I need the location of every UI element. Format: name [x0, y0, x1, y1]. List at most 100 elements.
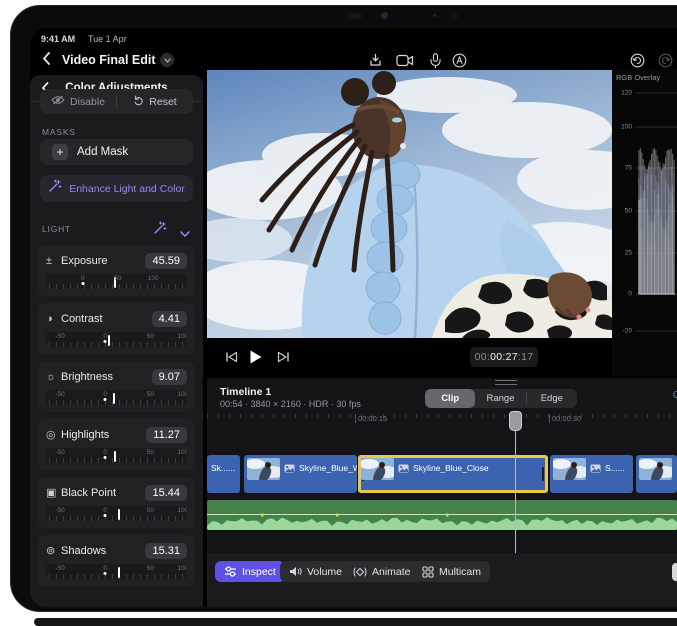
slider-cursor[interactable]: [118, 567, 120, 578]
adjustment-value-field[interactable]: 15.31: [145, 543, 187, 559]
skip-forward-icon[interactable]: [275, 350, 291, 364]
slider-origin-dot: [104, 572, 107, 575]
animate-label: Animate: [372, 566, 411, 578]
clip-label: Skyline_Blue_Close: [413, 463, 489, 473]
slider-cursor[interactable]: [118, 509, 120, 520]
add-mask-label: Add Mask: [77, 146, 128, 158]
adjustment-slider-track[interactable]: -50050100: [46, 564, 187, 579]
undo-icon[interactable]: [628, 51, 646, 69]
color-adjustments-panel: Color Adjustments Disable Reset MASKS: [30, 75, 203, 607]
play-icon[interactable]: [247, 350, 263, 364]
adjustment-slider-track[interactable]: -50050100: [46, 506, 187, 521]
slider-tick-label: -50: [55, 449, 64, 456]
slider-tick-label: 50: [147, 391, 154, 398]
import-icon[interactable]: [366, 51, 384, 69]
status-time: 9:41 AM: [41, 34, 75, 44]
clip-label: S......: [605, 463, 625, 473]
audio-track[interactable]: [207, 500, 677, 530]
viewer-frame-illustration: [207, 70, 612, 338]
disable-label: Disable: [70, 96, 105, 108]
adjustment-slider-track[interactable]: 050100: [46, 274, 187, 289]
playhead-line[interactable]: [515, 418, 516, 553]
slider-tick-label: 50: [147, 449, 154, 456]
reset-label: Reset: [149, 96, 176, 108]
scope-title: RGB Overlay: [616, 73, 660, 82]
adjustment-value-field[interactable]: 4.41: [152, 311, 187, 327]
back-chevron-icon[interactable]: [42, 52, 51, 70]
slider-cursor[interactable]: [113, 393, 115, 404]
adjustment-value-field[interactable]: 15.44: [145, 485, 187, 501]
title-chevron-icon[interactable]: [160, 53, 174, 67]
mode-edge[interactable]: Edge: [527, 389, 577, 408]
adjustment-slider: ☼ Brightness 9.07 -50050100: [38, 361, 195, 412]
project-title[interactable]: Video Final Edit: [62, 53, 156, 67]
timecode-hours: 00:: [475, 351, 491, 363]
scope-tick-label: 50: [625, 208, 632, 215]
disable-button[interactable]: Disable: [40, 89, 116, 114]
timeline-clip[interactable]: Skyline_Blue_Close: [358, 455, 548, 493]
adjustment-value-field[interactable]: 11.27: [146, 427, 187, 443]
rgb-overlay-scope: RGB Overlay 1201007550250-20: [612, 70, 677, 376]
reset-button[interactable]: Reset: [117, 89, 193, 114]
timeline-ruler[interactable]: 00:00:1500:00:30: [207, 412, 677, 426]
scope-tick-label: 25: [625, 250, 632, 257]
adjustment-slider-track[interactable]: -50050100: [46, 390, 187, 405]
scope-tick-label: 120: [621, 90, 632, 97]
timeline-toolbar: Inspect Volume Animate Multicam: [207, 553, 677, 607]
adjustment-icon: ▣: [46, 486, 61, 499]
slider-origin-dot: [81, 282, 84, 285]
camera-icon[interactable]: [396, 51, 414, 69]
front-camera: [381, 12, 388, 19]
timeline-grab-handle[interactable]: [495, 380, 517, 385]
slider-tick-label: 100: [177, 507, 187, 514]
adjustment-slider: ▣ Black Point 15.44 -50050100: [38, 477, 195, 528]
inspect-icon: [224, 566, 237, 577]
slider-tick-label: -50: [55, 391, 64, 398]
light-chevron-down-icon[interactable]: [180, 224, 190, 242]
adjustment-slider-track[interactable]: -50050100: [46, 448, 187, 463]
enhance-label: Enhance Light and Color: [69, 183, 185, 195]
adjustment-slider-track[interactable]: -50050100: [46, 332, 187, 347]
adjustment-value-field[interactable]: 9.07: [152, 369, 187, 385]
slider-tick-label: 100: [177, 391, 187, 398]
redo-icon[interactable]: [656, 51, 674, 69]
microphone-icon[interactable]: [426, 51, 444, 69]
slider-tick-label: 0: [103, 565, 107, 572]
add-mask-button[interactable]: + Add Mask: [40, 139, 193, 165]
device-bottom-edge: [34, 618, 677, 626]
adjustment-label: Brightness: [61, 371, 152, 383]
mode-range[interactable]: Range: [475, 389, 525, 408]
adjustment-label: Contrast: [61, 313, 152, 325]
enhance-light-color-button[interactable]: Enhance Light and Color: [40, 175, 193, 202]
timecode-frames: :17: [518, 351, 534, 363]
multicam-label: Multicam: [439, 566, 481, 578]
timeline-meta: 00:54 · 3840 × 2160 · HDR · 30 fps: [220, 399, 361, 409]
adjustment-slider: ± Exposure 45.59 050100: [38, 245, 195, 296]
mode-clip[interactable]: Clip: [425, 389, 475, 408]
adjustment-icon: ◑: [46, 313, 61, 325]
pencil-tool-icon[interactable]: [450, 51, 468, 69]
video-viewer[interactable]: [207, 70, 612, 338]
scope-tick-label: -20: [623, 328, 632, 335]
timeline-clip[interactable]: [636, 455, 677, 493]
volume-button[interactable]: Volume: [280, 561, 351, 582]
playhead-handle[interactable]: [509, 411, 522, 431]
animate-button[interactable]: Animate: [344, 561, 420, 582]
status-date: Tue 1 Apr: [88, 34, 127, 44]
slider-cursor[interactable]: [114, 451, 116, 462]
inspect-button[interactable]: Inspect: [215, 561, 285, 582]
timeline-clip[interactable]: Skyline_Blue_Wide: [244, 455, 357, 493]
slider-cursor[interactable]: [108, 335, 110, 346]
adjustment-value-field[interactable]: 45.59: [145, 253, 187, 269]
timecode-display[interactable]: 00:00:27:17: [470, 347, 538, 367]
disable-reset-control: Disable Reset: [40, 89, 193, 114]
timeline-clip[interactable]: S......: [550, 455, 633, 493]
multicam-button[interactable]: Multicam: [413, 561, 490, 582]
slider-tick-label: 100: [177, 565, 187, 572]
light-wand-icon[interactable]: [153, 221, 167, 240]
adjustment-icon: ⊚: [46, 544, 61, 557]
skip-back-icon[interactable]: [223, 350, 239, 364]
magic-wand-icon: [48, 179, 62, 198]
clipped-right-button[interactable]: [672, 563, 677, 581]
timeline-clip[interactable]: Sk......: [207, 455, 240, 493]
